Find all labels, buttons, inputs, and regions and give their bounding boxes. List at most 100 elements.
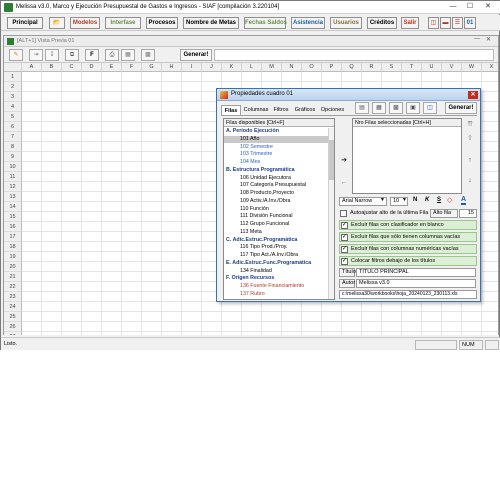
row-field-item[interactable]: 112 Grupo Funcional bbox=[224, 221, 328, 229]
row-header[interactable]: 13 bbox=[4, 192, 22, 202]
move-up-icon[interactable]: ↑ bbox=[465, 155, 475, 167]
grid-corner[interactable] bbox=[4, 63, 22, 72]
row-field-item[interactable]: 109 Activ./A.Inv./Obra bbox=[224, 198, 328, 206]
row-field-item[interactable]: 136 Fuente Financiamiento bbox=[224, 283, 328, 291]
row-field-item[interactable]: 134 Finalidad bbox=[224, 268, 328, 276]
dialog-tool-icon-2[interactable]: ▦ bbox=[372, 102, 386, 114]
column-header[interactable]: L bbox=[242, 63, 262, 72]
row-header[interactable]: 4 bbox=[4, 102, 22, 112]
row-field-item[interactable]: 116 Tipo Prod./Proy. bbox=[224, 244, 328, 252]
column-header[interactable]: D bbox=[82, 63, 102, 72]
procesos-button[interactable]: Procesos bbox=[146, 17, 178, 29]
row-header[interactable]: 21 bbox=[4, 272, 22, 282]
maximize-icon[interactable]: ☐ bbox=[463, 1, 477, 13]
italic-format-button[interactable]: K bbox=[425, 197, 429, 203]
modelos-button[interactable]: Modelos bbox=[70, 17, 100, 29]
column-header[interactable]: B bbox=[42, 63, 62, 72]
column-header[interactable]: W bbox=[462, 63, 482, 72]
font-size-dropdown-icon[interactable]: ▼ bbox=[402, 197, 407, 203]
minimize-icon[interactable]: — bbox=[446, 1, 460, 13]
column-header[interactable]: K bbox=[222, 63, 242, 72]
dialog-tool-icon-4[interactable]: ▣ bbox=[406, 102, 420, 114]
row-field-item[interactable]: 113 Meta bbox=[224, 229, 328, 237]
row-header[interactable]: 8 bbox=[4, 142, 22, 152]
tile-windows-icon[interactable]: ☰ bbox=[452, 17, 463, 29]
row-header[interactable]: 11 bbox=[4, 172, 22, 182]
row-header[interactable]: 22 bbox=[4, 282, 22, 292]
row-header[interactable]: 10 bbox=[4, 162, 22, 172]
preview-close-icon[interactable]: ✕ bbox=[486, 36, 491, 43]
row-header[interactable]: 17 bbox=[4, 232, 22, 242]
tab-graficos[interactable]: Gráficos bbox=[292, 105, 318, 115]
checked-icon[interactable]: ✓ bbox=[341, 234, 348, 241]
edit-pencil-icon[interactable]: ✎ bbox=[9, 49, 23, 61]
minimize-windows-icon[interactable]: ▬ bbox=[440, 17, 451, 29]
move-left-arrow-icon[interactable]: ← bbox=[339, 177, 349, 189]
titulo-input[interactable]: TÍTULO PRINCIPAL bbox=[356, 268, 476, 277]
column-header[interactable]: O bbox=[302, 63, 322, 72]
underline-format-button[interactable]: S bbox=[437, 197, 441, 203]
row-field-item[interactable]: 102 Semestre bbox=[224, 144, 328, 152]
table-icon[interactable]: ▦ bbox=[121, 49, 135, 61]
row-field-item[interactable]: 107 Categoría Presupuestal bbox=[224, 182, 328, 190]
row-header[interactable]: 12 bbox=[4, 182, 22, 192]
row-header[interactable]: 9 bbox=[4, 152, 22, 162]
row-header[interactable]: 16 bbox=[4, 222, 22, 232]
insert-column-icon[interactable]: ⇥ bbox=[29, 49, 43, 61]
file-path-input[interactable]: c:\melissa30\workbooks\hoja_20240123_230… bbox=[339, 290, 477, 299]
tab-columnas[interactable]: Columnas bbox=[242, 105, 270, 115]
row-header[interactable]: 26 bbox=[4, 322, 22, 332]
font-name-dropdown-icon[interactable]: ▼ bbox=[380, 197, 385, 203]
salir-button[interactable]: Salir bbox=[401, 17, 419, 29]
row-header[interactable]: 2 bbox=[4, 82, 22, 92]
asistencia-button[interactable]: Asistencia bbox=[291, 17, 325, 29]
dialog-tool-icon-5[interactable]: ◫ bbox=[423, 102, 437, 114]
print-icon[interactable]: ⎙ bbox=[105, 49, 119, 61]
column-header[interactable]: P bbox=[322, 63, 342, 72]
column-header[interactable]: E bbox=[102, 63, 122, 72]
move-top-alt-icon[interactable]: ⇧ bbox=[465, 133, 475, 145]
dialog-tool-icon-1[interactable]: ▤ bbox=[355, 102, 369, 114]
option-checkbox[interactable]: ✓ Excluir filas que sólo tienen columnas … bbox=[339, 232, 477, 242]
selected-rows-list[interactable]: Nro Filas seleccionadas [Ctrl+H] bbox=[352, 118, 462, 194]
column-header[interactable]: U bbox=[422, 63, 442, 72]
row-header[interactable]: 19 bbox=[4, 252, 22, 262]
row-group-item[interactable]: E. Adic.Estruc.Func.Programática bbox=[224, 260, 328, 268]
dialog-close-icon[interactable]: ✕ bbox=[468, 91, 478, 99]
row-header[interactable]: 27 bbox=[4, 332, 22, 335]
checked-icon[interactable]: ✓ bbox=[341, 258, 348, 265]
principal-button[interactable]: Principal bbox=[7, 17, 43, 29]
dialog-generar-button[interactable]: Generar! bbox=[445, 102, 477, 114]
row-header[interactable]: 3 bbox=[4, 92, 22, 102]
autor-input[interactable]: Melissa v3.0 bbox=[356, 279, 476, 288]
column-header[interactable]: G bbox=[142, 63, 162, 72]
row-field-item[interactable]: 104 Mes bbox=[224, 159, 328, 167]
row-group-item[interactable]: F. Origen Recursos bbox=[224, 275, 328, 283]
row-header[interactable]: 25 bbox=[4, 312, 22, 322]
column-header[interactable]: J bbox=[202, 63, 222, 72]
preview-minimize-icon[interactable]: — bbox=[474, 36, 480, 42]
row-field-item[interactable]: 137 Rubro bbox=[224, 291, 328, 299]
column-header[interactable]: R bbox=[362, 63, 382, 72]
row-field-item[interactable]: 117 Tipo Act./A.Inv./Obra bbox=[224, 252, 328, 260]
row-field-item[interactable]: 110 Función bbox=[224, 206, 328, 214]
autoajustar-checkbox[interactable]: Autoajustar alto de la última Fila bbox=[339, 209, 428, 218]
row-header[interactable]: 18 bbox=[4, 242, 22, 252]
option-checkbox[interactable]: ✓ Excluir filas con clasificador en blanc… bbox=[339, 220, 477, 230]
autoajustar-checkbox-box[interactable] bbox=[340, 210, 347, 217]
move-right-arrow-icon[interactable]: ➔ bbox=[339, 155, 349, 167]
column-header[interactable]: X bbox=[482, 63, 498, 72]
row-group-item[interactable]: A. Período Ejecución bbox=[224, 128, 328, 136]
row-header[interactable]: 1 bbox=[4, 72, 22, 82]
column-header[interactable]: I bbox=[182, 63, 202, 72]
row-header[interactable]: 24 bbox=[4, 302, 22, 312]
row-header[interactable]: 6 bbox=[4, 122, 22, 132]
checked-icon[interactable]: ✓ bbox=[341, 246, 348, 253]
row-field-item[interactable]: 101 Año bbox=[224, 135, 328, 144]
tab-filtros[interactable]: Filtros bbox=[271, 105, 291, 115]
column-header[interactable]: H bbox=[162, 63, 182, 72]
dialog-tool-icon-3[interactable]: ▩ bbox=[389, 102, 403, 114]
row-header[interactable]: 7 bbox=[4, 132, 22, 142]
font-color-icon[interactable]: A bbox=[461, 196, 467, 205]
row-header[interactable]: 20 bbox=[4, 262, 22, 272]
